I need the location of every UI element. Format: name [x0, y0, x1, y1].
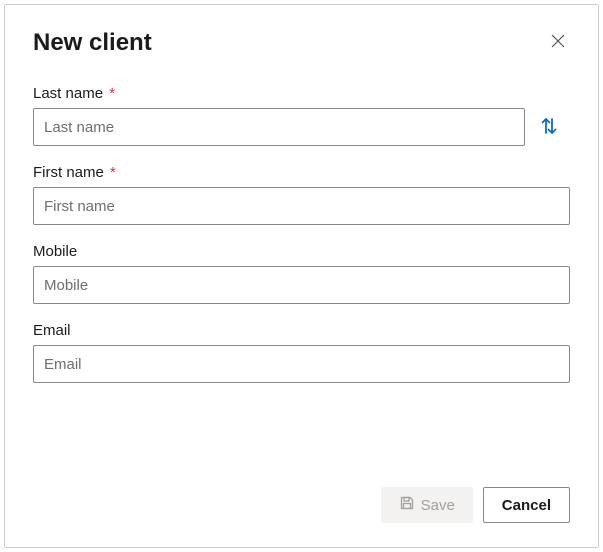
required-asterisk: * [110, 164, 116, 181]
last-name-input[interactable] [33, 108, 525, 146]
dialog-header: New client [33, 29, 570, 57]
swap-names-button[interactable] [535, 112, 563, 143]
swap-arrows-icon [539, 116, 559, 139]
required-asterisk: * [109, 85, 115, 102]
mobile-input[interactable] [33, 266, 570, 304]
first-name-label: First name * [33, 164, 570, 181]
cancel-button-label: Cancel [502, 497, 551, 514]
email-input[interactable] [33, 345, 570, 383]
close-button[interactable] [546, 29, 570, 56]
save-button[interactable]: Save [381, 487, 473, 523]
first-name-label-text: First name [33, 164, 104, 181]
form-fields: Last name * [33, 85, 570, 471]
close-icon [550, 33, 566, 52]
first-name-input[interactable] [33, 187, 570, 225]
dialog-title: New client [33, 29, 152, 57]
last-name-label: Last name * [33, 85, 570, 102]
new-client-dialog: New client Last name * [4, 4, 599, 548]
last-name-label-text: Last name [33, 85, 103, 102]
dialog-footer: Save Cancel [33, 471, 570, 523]
save-icon [399, 495, 415, 515]
last-name-field-group: Last name * [33, 85, 570, 146]
save-button-label: Save [421, 497, 455, 514]
mobile-field-group: Mobile [33, 243, 570, 304]
email-label: Email [33, 322, 570, 339]
last-name-input-row [33, 108, 570, 146]
first-name-field-group: First name * [33, 164, 570, 225]
cancel-button[interactable]: Cancel [483, 487, 570, 523]
email-field-group: Email [33, 322, 570, 383]
mobile-label: Mobile [33, 243, 570, 260]
